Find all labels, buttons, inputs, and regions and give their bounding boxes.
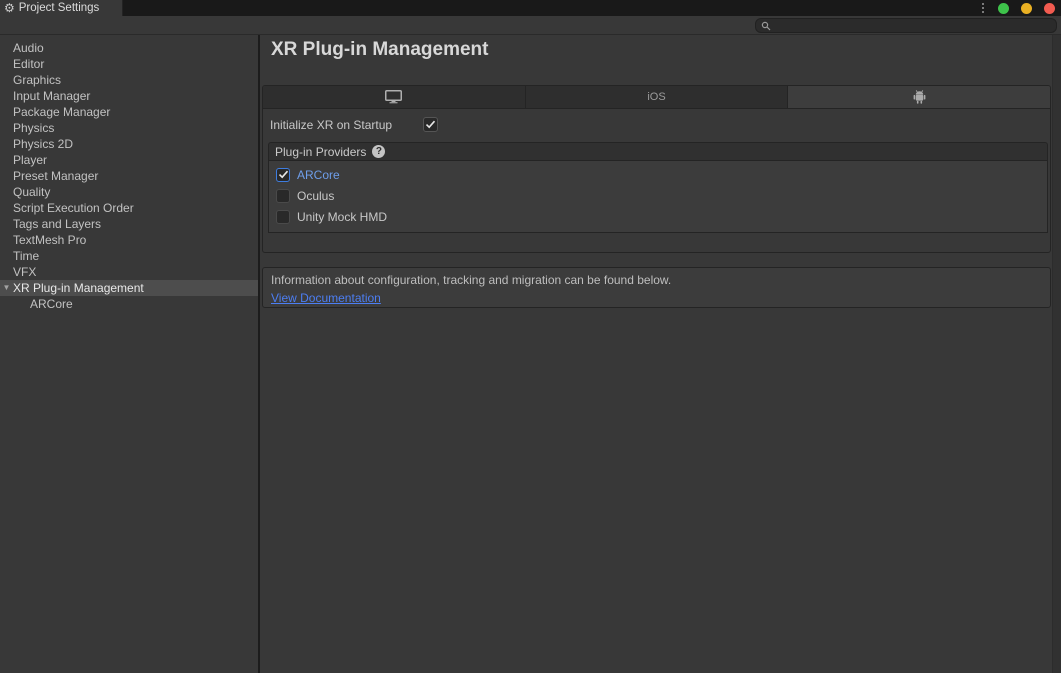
info-box: Information about configuration, trackin… bbox=[262, 267, 1051, 308]
provider-checkbox-unity-mock-hmd[interactable] bbox=[276, 210, 290, 224]
xr-settings-container: iOS Initialize XR on Startup Plug-in Pro… bbox=[262, 85, 1051, 253]
sidebar-item-preset-manager[interactable]: Preset Manager bbox=[0, 168, 258, 184]
sidebar-item-label: Package Manager bbox=[13, 105, 110, 119]
sidebar-item-label: Tags and Layers bbox=[13, 217, 101, 231]
initialize-xr-checkbox[interactable] bbox=[423, 117, 438, 132]
provider-row-oculus: Oculus bbox=[276, 185, 1047, 206]
sidebar-item-editor[interactable]: Editor bbox=[0, 56, 258, 72]
sidebar-item-audio[interactable]: Audio bbox=[0, 40, 258, 56]
sidebar-item-label: Graphics bbox=[13, 73, 61, 87]
window-controls bbox=[980, 0, 1055, 16]
plugin-providers-header: Plug-in Providers ? bbox=[268, 142, 1048, 161]
sidebar-item-physics-2d[interactable]: Physics 2D bbox=[0, 136, 258, 152]
search-icon bbox=[761, 21, 771, 31]
tab-desktop[interactable] bbox=[263, 86, 526, 108]
provider-label: Unity Mock HMD bbox=[297, 210, 387, 224]
sidebar-item-graphics[interactable]: Graphics bbox=[0, 72, 258, 88]
sidebar-item-vfx[interactable]: VFX bbox=[0, 264, 258, 280]
yellow-circle[interactable] bbox=[1021, 3, 1032, 14]
sidebar-item-arcore[interactable]: ARCore bbox=[0, 296, 258, 312]
sidebar-item-label: ARCore bbox=[30, 297, 73, 311]
expand-triangle-icon[interactable]: ▼ bbox=[1, 280, 12, 296]
plugin-providers-list: ARCore Oculus Unity Mock HMD bbox=[268, 161, 1048, 233]
android-icon bbox=[913, 90, 926, 104]
title-bar: ⚙ Project Settings bbox=[0, 0, 1061, 16]
sidebar-item-label: VFX bbox=[13, 265, 36, 279]
provider-checkbox-arcore[interactable] bbox=[276, 168, 290, 182]
provider-label: Oculus bbox=[297, 189, 334, 203]
plugin-providers-title: Plug-in Providers bbox=[275, 145, 366, 159]
provider-row-arcore: ARCore bbox=[276, 164, 1047, 185]
provider-label: ARCore bbox=[297, 168, 340, 182]
red-circle[interactable] bbox=[1044, 3, 1055, 14]
sidebar-item-label: Audio bbox=[13, 41, 44, 55]
vertical-scrollbar[interactable] bbox=[1052, 35, 1061, 673]
gear-icon: ⚙ bbox=[4, 2, 15, 14]
check-icon bbox=[278, 170, 289, 179]
initialize-xr-row: Initialize XR on Startup bbox=[270, 117, 392, 132]
sidebar-item-label: Preset Manager bbox=[13, 169, 98, 183]
search-box[interactable] bbox=[755, 18, 1057, 33]
sidebar-item-label: Editor bbox=[13, 57, 44, 71]
sidebar-item-label: Input Manager bbox=[13, 89, 90, 103]
sidebar-item-label: Physics 2D bbox=[13, 137, 73, 151]
sidebar-item-script-execution-order[interactable]: Script Execution Order bbox=[0, 200, 258, 216]
info-text: Information about configuration, trackin… bbox=[271, 273, 1042, 287]
sidebar-item-label: Script Execution Order bbox=[13, 201, 134, 215]
sidebar-item-label: Player bbox=[13, 153, 47, 167]
main-panel: XR Plug-in Management iOS Initialize XR … bbox=[262, 35, 1061, 673]
sidebar-item-label: Physics bbox=[13, 121, 54, 135]
settings-sidebar: Audio Editor Graphics Input Manager Package … bbox=[0, 35, 260, 673]
help-icon[interactable]: ? bbox=[372, 145, 385, 158]
plugin-providers-group: Plug-in Providers ? ARCore Oculus Unity Mo… bbox=[268, 142, 1048, 233]
monitor-icon bbox=[385, 90, 402, 104]
sidebar-item-label: Quality bbox=[13, 185, 50, 199]
sidebar-item-xr-plug-in-management[interactable]: ▼XR Plug-in Management bbox=[0, 280, 258, 296]
kebab-menu-icon[interactable] bbox=[980, 1, 986, 15]
provider-row-unity-mock-hmd: Unity Mock HMD bbox=[276, 206, 1047, 227]
project-settings-tab[interactable]: ⚙ Project Settings bbox=[0, 0, 123, 16]
tab-ios[interactable]: iOS bbox=[526, 86, 789, 108]
sidebar-item-input-manager[interactable]: Input Manager bbox=[0, 88, 258, 104]
sidebar-item-label: XR Plug-in Management bbox=[13, 281, 144, 295]
sidebar-item-quality[interactable]: Quality bbox=[0, 184, 258, 200]
sidebar-item-tags-and-layers[interactable]: Tags and Layers bbox=[0, 216, 258, 232]
page-title: XR Plug-in Management bbox=[271, 39, 488, 61]
sidebar-item-label: TextMesh Pro bbox=[13, 233, 86, 247]
green-circle[interactable] bbox=[998, 3, 1009, 14]
sidebar-item-time[interactable]: Time bbox=[0, 248, 258, 264]
sidebar-item-package-manager[interactable]: Package Manager bbox=[0, 104, 258, 120]
initialize-xr-label: Initialize XR on Startup bbox=[270, 118, 392, 132]
check-icon bbox=[425, 120, 436, 129]
sidebar-item-player[interactable]: Player bbox=[0, 152, 258, 168]
tab-label: iOS bbox=[647, 91, 665, 103]
window-title: Project Settings bbox=[19, 2, 100, 14]
sidebar-item-label: Time bbox=[13, 249, 39, 263]
tab-android[interactable] bbox=[788, 86, 1050, 108]
sidebar-item-textmesh-pro[interactable]: TextMesh Pro bbox=[0, 232, 258, 248]
provider-checkbox-oculus[interactable] bbox=[276, 189, 290, 203]
toolbar bbox=[0, 16, 1061, 35]
platform-tab-bar: iOS bbox=[263, 86, 1050, 109]
search-input[interactable] bbox=[774, 20, 1056, 32]
sidebar-item-physics[interactable]: Physics bbox=[0, 120, 258, 136]
view-documentation-link[interactable]: View Documentation bbox=[271, 291, 381, 305]
